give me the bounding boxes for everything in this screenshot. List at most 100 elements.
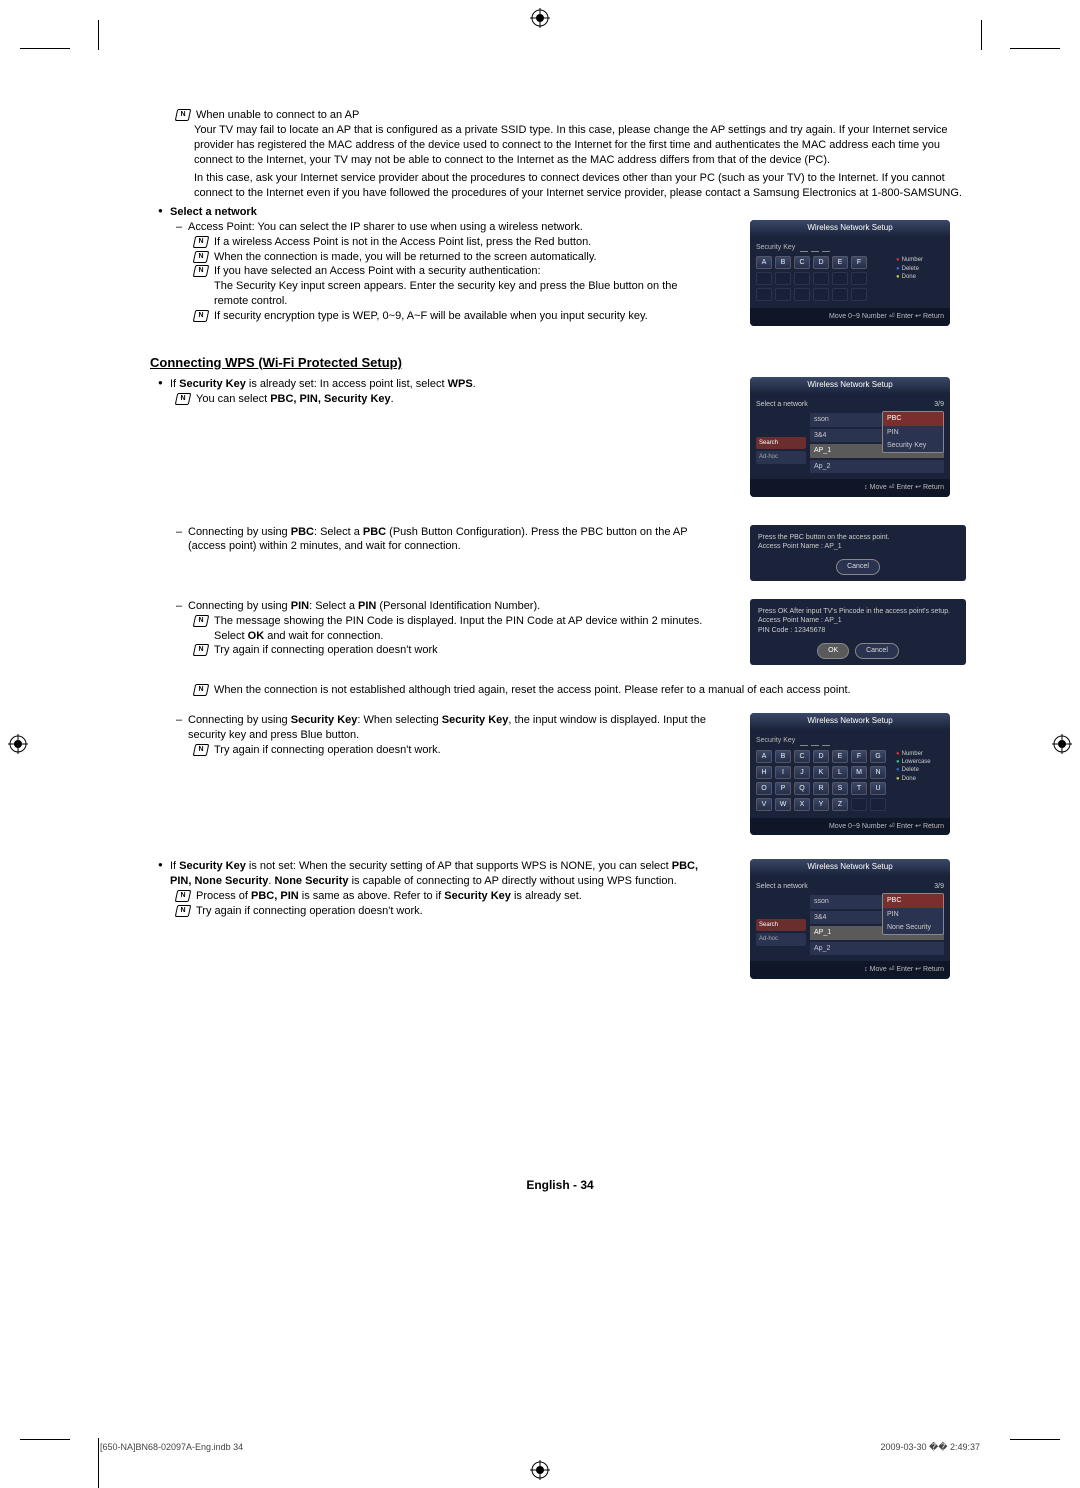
crop-mark [98, 20, 99, 50]
ui-footer: ↕ Move ⏎ Enter ↩ Return [750, 961, 950, 978]
security-key-label: Security Key [756, 243, 944, 252]
crop-mark [1010, 48, 1060, 49]
ui-title: Wireless Network Setup [750, 377, 950, 394]
dash-pin: Connecting by using PIN: Select a PIN (P… [176, 599, 710, 614]
crop-mark [1010, 1439, 1060, 1440]
key[interactable]: X [794, 798, 810, 811]
key-b[interactable]: B [775, 256, 791, 269]
key[interactable]: S [832, 782, 848, 795]
popup-item-pin[interactable]: PIN [883, 426, 943, 439]
key[interactable]: P [775, 782, 791, 795]
note-unable-to-connect: When unable to connect to an AP [176, 108, 970, 123]
action-number[interactable]: Number [896, 256, 944, 264]
key[interactable]: H [756, 766, 772, 779]
action-lowercase[interactable]: Lowercase [896, 758, 944, 766]
counter: 3/9 [934, 882, 944, 891]
popup-item-seckey[interactable]: Security Key [883, 439, 943, 452]
ap-row[interactable]: Ap_2 [810, 460, 944, 473]
note-try-again: Try again if connecting operation doesn'… [194, 643, 710, 658]
section-title-wps: Connecting WPS (Wi-Fi Protected Setup) [150, 354, 970, 372]
key[interactable]: G [870, 750, 886, 763]
wps-popup: PBC PIN None Security [882, 893, 944, 935]
key[interactable]: L [832, 766, 848, 779]
registration-mark-right [1052, 734, 1072, 754]
key-c[interactable]: C [794, 256, 810, 269]
key[interactable]: A [756, 750, 772, 763]
ui-title: Wireless Network Setup [750, 713, 950, 730]
key[interactable]: J [794, 766, 810, 779]
key[interactable]: M [851, 766, 867, 779]
key-f[interactable]: F [851, 256, 867, 269]
bullet-wps-set: If Security Key is already set: In acces… [158, 377, 710, 392]
key[interactable]: C [794, 750, 810, 763]
msg-line: Access Point Name : AP_1 [758, 616, 958, 625]
key-e[interactable]: E [832, 256, 848, 269]
ui-pbc-message: Press the PBC button on the access point… [750, 525, 966, 581]
key[interactable]: K [813, 766, 829, 779]
key-d[interactable]: D [813, 256, 829, 269]
key[interactable]: U [870, 782, 886, 795]
action-delete[interactable]: Delete [896, 766, 944, 774]
registration-mark-top [530, 8, 550, 28]
popup-item-pbc[interactable]: PBC [883, 412, 943, 425]
cancel-button[interactable]: Cancel [836, 559, 880, 574]
key[interactable]: D [813, 750, 829, 763]
action-number[interactable]: Number [896, 750, 944, 758]
action-done[interactable]: Done [896, 273, 944, 281]
key[interactable]: Y [813, 798, 829, 811]
popup-item-none[interactable]: None Security [883, 921, 943, 934]
ui-select-network-none: Wireless Network Setup Select a network … [750, 859, 950, 978]
adhoc-button[interactable]: Ad-hoc [756, 933, 806, 945]
registration-mark-left [8, 734, 28, 754]
key[interactable]: O [756, 782, 772, 795]
print-timestamp: 2009-03-30 �� 2:49:37 [880, 1441, 980, 1453]
action-done[interactable]: Done [896, 775, 944, 783]
popup-item-pbc[interactable]: PBC [883, 894, 943, 907]
select-network-label: Select a network [756, 883, 808, 890]
text: When unable to connect to an AP [196, 109, 359, 121]
note-sec-auth: If you have selected an Access Point wit… [194, 264, 710, 279]
note-try-again-2: Try again if connecting operation doesn'… [194, 743, 710, 758]
text: If a wireless Access Point is not in the… [214, 236, 591, 248]
note-icon [193, 236, 210, 248]
ui-security-key-alpha: Wireless Network Setup Security Key ABCD… [750, 713, 950, 835]
key-a[interactable]: A [756, 256, 772, 269]
adhoc-button[interactable]: Ad-hoc [756, 451, 806, 463]
note-icon [193, 251, 210, 263]
note-red-button: If a wireless Access Point is not in the… [194, 235, 710, 250]
key[interactable]: I [775, 766, 791, 779]
note-reset-ap: When the connection is not established a… [194, 683, 970, 698]
ap-row[interactable]: Ap_2 [810, 942, 944, 955]
ui-footer: Move 0~9 Number ⏎ Enter ↩ Return [750, 308, 950, 325]
action-delete[interactable]: Delete [896, 265, 944, 273]
note-icon [175, 393, 192, 405]
search-button[interactable]: Search [756, 437, 806, 449]
key[interactable]: Z [832, 798, 848, 811]
ui-title: Wireless Network Setup [750, 220, 950, 237]
key[interactable]: N [870, 766, 886, 779]
key[interactable]: V [756, 798, 772, 811]
cancel-button[interactable]: Cancel [855, 643, 899, 658]
key[interactable]: B [775, 750, 791, 763]
bullet-not-set: If Security Key is not set: When the sec… [158, 859, 710, 889]
key[interactable]: W [775, 798, 791, 811]
ok-button[interactable]: OK [817, 643, 849, 658]
msg-line: Press the PBC button on the access point… [758, 533, 958, 542]
dash-pbc: Connecting by using PBC: Select a PBC (P… [176, 525, 710, 555]
key[interactable]: R [813, 782, 829, 795]
print-footer: [650-NA]BN68-02097A-Eng.indb 34 2009-03-… [100, 1441, 980, 1453]
paragraph-sec-key: The Security Key input screen appears. E… [214, 279, 710, 309]
note-icon [175, 109, 192, 121]
crop-mark [20, 48, 70, 49]
ui-pin-message: Press OK After input TV's Pincode in the… [750, 599, 966, 665]
key[interactable]: T [851, 782, 867, 795]
note-icon [175, 890, 192, 902]
key[interactable]: Q [794, 782, 810, 795]
note-icon [193, 644, 210, 656]
dash-access-point: Access Point: You can select the IP shar… [176, 220, 710, 235]
key[interactable]: F [851, 750, 867, 763]
search-button[interactable]: Search [756, 919, 806, 931]
popup-item-pin[interactable]: PIN [883, 908, 943, 921]
key[interactable]: E [832, 750, 848, 763]
note-process: Process of PBC, PIN is same as above. Re… [176, 889, 710, 904]
